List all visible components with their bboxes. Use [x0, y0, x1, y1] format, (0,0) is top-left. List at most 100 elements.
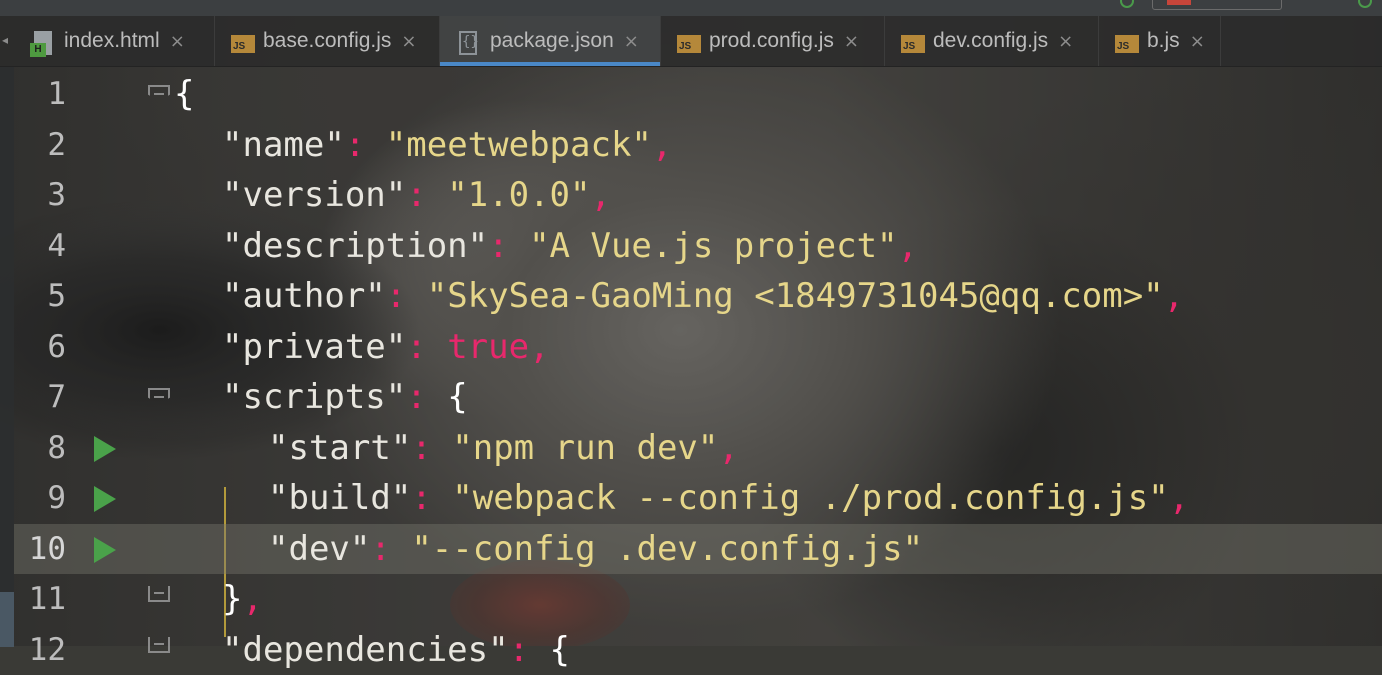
code-text: "dependencies": { [222, 625, 570, 675]
code-line[interactable]: 2 "name": "meetwebpack", [14, 120, 1382, 171]
code-editor[interactable]: 1{2"name": "meetwebpack",3"version": "1.… [0, 67, 1382, 646]
code-token: , [242, 579, 262, 619]
tab-label: package.json [490, 29, 614, 53]
editor-tab-bar: ◂ Hindex.html × JS base.config.js × {} package… [0, 16, 1382, 67]
code-text: "name": "meetwebpack", [222, 120, 672, 170]
line-number[interactable]: 8 [14, 423, 66, 473]
code-token: "start" [268, 428, 411, 468]
line-number[interactable]: 7 [14, 372, 66, 422]
fold-end-icon[interactable] [148, 586, 170, 608]
code-text: { [174, 69, 194, 119]
fold-end-icon[interactable] [148, 637, 170, 659]
scroll-tabs-left-icon[interactable]: ◂ [2, 33, 8, 47]
close-tab-icon[interactable]: × [1058, 31, 1073, 52]
code-token: "A Vue.js project" [529, 226, 897, 266]
close-tab-icon[interactable]: × [844, 31, 859, 52]
tab-package-json[interactable]: {} package.json × [440, 16, 661, 66]
code-token: : [386, 276, 427, 316]
close-tab-icon[interactable]: × [170, 31, 185, 52]
html-file-icon: H [30, 31, 56, 57]
tab-label: base.config.js [263, 29, 391, 53]
code-text: "description": "A Vue.js project", [222, 221, 918, 271]
code-token: "name" [222, 125, 345, 165]
code-line[interactable]: 1{ [14, 69, 1382, 120]
tab-prod-config-js[interactable]: JS prod.config.js × [661, 16, 885, 66]
code-line[interactable]: 4 "description": "A Vue.js project", [14, 221, 1382, 272]
line-number[interactable]: 1 [14, 69, 66, 119]
line-number[interactable]: 11 [14, 574, 66, 624]
code-token: , [898, 226, 918, 266]
code-token: : [488, 226, 529, 266]
code-token: "scripts" [222, 377, 406, 417]
code-token: : [411, 478, 452, 518]
code-line[interactable]: 5 "author": "SkySea-GaoMing <1849731045@q… [14, 271, 1382, 322]
code-token: "private" [222, 327, 406, 367]
code-line[interactable]: 8 "start": "npm run dev", [14, 423, 1382, 474]
code-token: "1.0.0" [447, 175, 590, 215]
line-number[interactable]: 6 [14, 322, 66, 372]
line-number[interactable]: 2 [14, 120, 66, 170]
code-token: : [509, 630, 550, 670]
run-script-icon[interactable] [94, 436, 116, 462]
code-token: , [652, 125, 672, 165]
tab-index-html[interactable]: Hindex.html × [14, 16, 215, 66]
code-text: "private": true, [222, 322, 550, 372]
code-token: : [411, 428, 452, 468]
code-token: : [406, 175, 447, 215]
status-indicator-icon [1358, 0, 1372, 8]
code-text: "build": "webpack --config ./prod.config… [268, 473, 1189, 523]
run-script-icon[interactable] [94, 486, 116, 512]
code-token: } [222, 579, 242, 619]
toolbar-button[interactable] [1152, 0, 1282, 10]
code-token: "author" [222, 276, 386, 316]
fold-collapse-icon[interactable] [148, 85, 170, 107]
code-text: "version": "1.0.0", [222, 170, 611, 220]
json-file-icon: {} [456, 31, 482, 57]
code-token: , [590, 175, 610, 215]
code-line[interactable]: 12 "dependencies": { [14, 625, 1382, 675]
code-token: , [718, 428, 738, 468]
tab-label: b.js [1147, 29, 1180, 53]
tab-label: index.html [64, 29, 160, 53]
code-token: "npm run dev" [452, 428, 718, 468]
code-line[interactable]: 3 "version": "1.0.0", [14, 170, 1382, 221]
code-token: { [447, 377, 467, 417]
code-token: "webpack --config ./prod.config.js" [452, 478, 1168, 518]
line-number[interactable]: 4 [14, 221, 66, 271]
code-token: "SkySea-GaoMing <1849731045@qq.com>" [427, 276, 1164, 316]
code-line[interactable]: 10"dev": "--config .dev.config.js" [14, 524, 1382, 575]
code-token: : [406, 377, 447, 417]
code-token: , [1164, 276, 1184, 316]
code-line[interactable]: 11}, [14, 574, 1382, 625]
tab-label: dev.config.js [933, 29, 1048, 53]
code-token: , [529, 327, 549, 367]
code-line[interactable]: 6 "private": true, [14, 322, 1382, 373]
close-tab-icon[interactable]: × [1190, 31, 1205, 52]
code-token: : [345, 125, 386, 165]
code-token: : [406, 327, 447, 367]
js-file-icon: JS [901, 35, 925, 53]
code-line[interactable]: 7 "scripts": { [14, 372, 1382, 423]
tab-label: prod.config.js [709, 29, 834, 53]
close-tab-icon[interactable]: × [401, 31, 416, 52]
line-number[interactable]: 3 [14, 170, 66, 220]
line-number[interactable]: 12 [14, 625, 66, 675]
code-token: { [550, 630, 570, 670]
run-script-icon[interactable] [94, 537, 116, 563]
code-token: "meetwebpack" [386, 125, 652, 165]
code-text: "start": "npm run dev", [268, 423, 739, 473]
js-file-icon: JS [1115, 35, 1139, 53]
close-tab-icon[interactable]: × [624, 31, 639, 52]
line-number[interactable]: 10 [14, 524, 66, 574]
code-token: "build" [268, 478, 411, 518]
line-number[interactable]: 9 [14, 473, 66, 523]
line-number[interactable]: 5 [14, 271, 66, 321]
tab-b-js[interactable]: JS b.js × [1099, 16, 1221, 66]
code-token: "version" [222, 175, 406, 215]
tab-dev-config-js[interactable]: JS dev.config.js × [885, 16, 1099, 66]
js-file-icon: JS [231, 35, 255, 53]
js-file-icon: JS [677, 35, 701, 53]
fold-collapse-icon[interactable] [148, 388, 170, 410]
code-line[interactable]: 9 "build": "webpack --config ./prod.confi… [14, 473, 1382, 524]
tab-base-config-js[interactable]: JS base.config.js × [215, 16, 440, 66]
